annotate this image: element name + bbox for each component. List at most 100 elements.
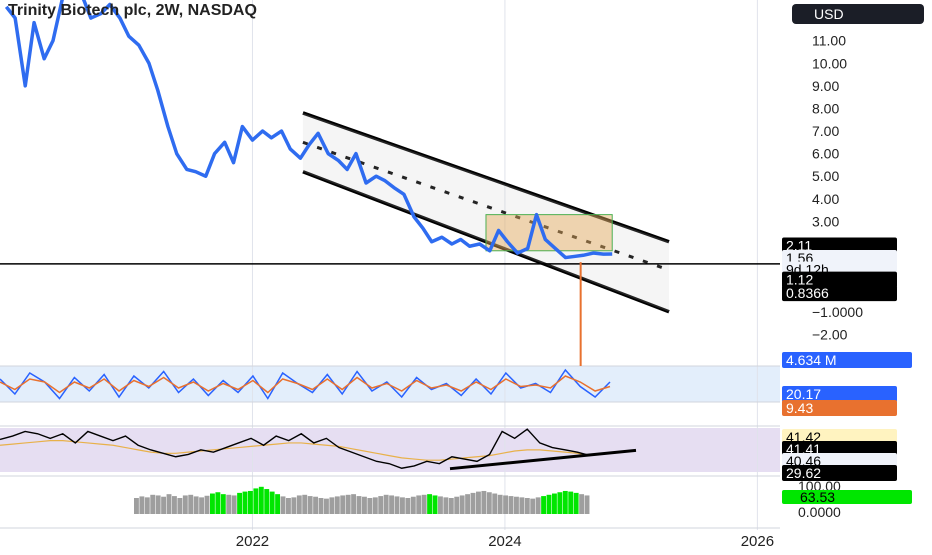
- histogram-bar: [286, 498, 291, 514]
- histogram-bar: [264, 489, 270, 514]
- histogram-bar: [351, 494, 357, 514]
- histogram-bar: [193, 496, 199, 514]
- histogram-bar: [248, 490, 253, 514]
- histogram-bar: [481, 490, 487, 514]
- histogram-bar: [172, 496, 177, 514]
- price-label: 0.8366: [786, 285, 829, 301]
- price-tick: 3.00: [812, 213, 839, 229]
- histogram-bar: [562, 490, 568, 514]
- histogram-bar: [199, 497, 205, 514]
- histogram-bar: [307, 496, 313, 514]
- histogram-bar: [345, 494, 351, 514]
- histogram-bar: [134, 498, 139, 514]
- rsi-band: [0, 428, 780, 472]
- price-tick: 6.00: [812, 146, 839, 162]
- histogram-bar: [432, 495, 438, 514]
- histogram-bar: [573, 492, 579, 514]
- histogram-bar: [237, 492, 243, 514]
- histogram-bar: [421, 494, 427, 514]
- histogram-bar: [557, 492, 563, 514]
- histogram-bar: [394, 496, 400, 514]
- histogram-bar: [584, 495, 590, 514]
- histogram-bar: [139, 496, 145, 514]
- histogram-bar: [519, 497, 525, 514]
- chart-root: 11.0010.009.008.007.006.005.004.003.002.…: [0, 0, 932, 550]
- histogram-bar: [535, 497, 541, 514]
- histogram-bar: [541, 496, 547, 514]
- histogram-bar: [215, 492, 221, 514]
- histogram-bar: [427, 494, 433, 514]
- chart-title: Trinity Biotech plc, 2W, NASDAQ: [8, 2, 257, 19]
- histogram-bar: [514, 496, 519, 514]
- price-tick: 7.00: [812, 123, 839, 139]
- price-tick: 10.00: [812, 55, 847, 71]
- histogram-bar: [530, 498, 536, 514]
- histogram-bar: [552, 493, 557, 514]
- histogram-value-label: 63.53: [800, 489, 835, 505]
- histogram-bar: [497, 494, 503, 514]
- histogram-bar: [275, 494, 281, 514]
- histogram-bar: [340, 495, 346, 514]
- histogram-bar: [362, 496, 367, 514]
- histogram-bar: [465, 494, 471, 514]
- volume-label: 4.634 M: [786, 352, 837, 368]
- histogram-bar: [210, 493, 215, 514]
- price-tick: 9.00: [812, 78, 839, 94]
- histogram-bar: [231, 495, 237, 514]
- histogram-bar: [329, 497, 335, 514]
- histogram-bar: [269, 491, 275, 514]
- histogram-bar: [280, 496, 286, 514]
- histogram-bar: [204, 495, 210, 514]
- histogram-bar: [508, 496, 514, 514]
- histogram-bar: [155, 495, 161, 514]
- histogram-bar: [459, 495, 465, 514]
- histogram-bar: [448, 498, 454, 514]
- histogram-bar: [188, 494, 194, 514]
- histogram-bar: [177, 498, 183, 514]
- histogram-bar: [492, 493, 498, 514]
- x-tick: 2024: [488, 533, 521, 550]
- x-tick: 2022: [236, 533, 269, 550]
- currency-button[interactable]: USD: [792, 4, 924, 24]
- histogram-bar: [378, 496, 384, 514]
- histogram-bar: [313, 496, 319, 514]
- histogram-bar: [486, 492, 492, 514]
- histogram-bar: [291, 497, 297, 514]
- volume-pane-bg: [0, 366, 780, 402]
- histogram-bar: [161, 496, 167, 514]
- histogram-bar: [253, 488, 259, 514]
- price-tick: 5.00: [812, 168, 839, 184]
- histogram-bar: [389, 495, 395, 514]
- histogram-min-label: 0.0000: [798, 504, 841, 520]
- histogram-bar: [476, 491, 481, 514]
- histogram-bar: [166, 494, 172, 514]
- histogram-bar: [568, 491, 574, 514]
- histogram-bar: [182, 495, 188, 514]
- x-tick: 2026: [741, 533, 774, 550]
- histogram-bar: [367, 498, 373, 514]
- price-tick: 8.00: [812, 100, 839, 116]
- histogram-bar: [443, 497, 449, 514]
- price-tick: 11.00: [812, 33, 846, 49]
- histogram-bar: [383, 494, 389, 514]
- histogram-bar: [324, 498, 329, 514]
- histogram-bar: [242, 491, 248, 514]
- histogram-bar: [438, 496, 443, 514]
- histogram-bar: [226, 494, 232, 514]
- histogram-bar: [334, 496, 340, 514]
- chart-canvas[interactable]: 11.0010.009.008.007.006.005.004.003.002.…: [0, 0, 932, 550]
- histogram-bar: [220, 494, 226, 514]
- price-tick: −2.00: [812, 326, 848, 342]
- histogram-bar: [503, 495, 509, 514]
- histogram-bar: [410, 496, 416, 514]
- histogram-bar: [302, 494, 308, 514]
- histogram-bar: [144, 497, 150, 514]
- histogram-bar: [524, 498, 530, 514]
- histogram-bar: [546, 494, 552, 514]
- range-box: [485, 214, 613, 252]
- histogram-bar: [400, 497, 405, 514]
- histogram-bar: [454, 496, 460, 514]
- price-tick: −1.0000: [812, 304, 863, 320]
- macd-label: 9.43: [786, 400, 813, 416]
- histogram-bar: [405, 498, 411, 514]
